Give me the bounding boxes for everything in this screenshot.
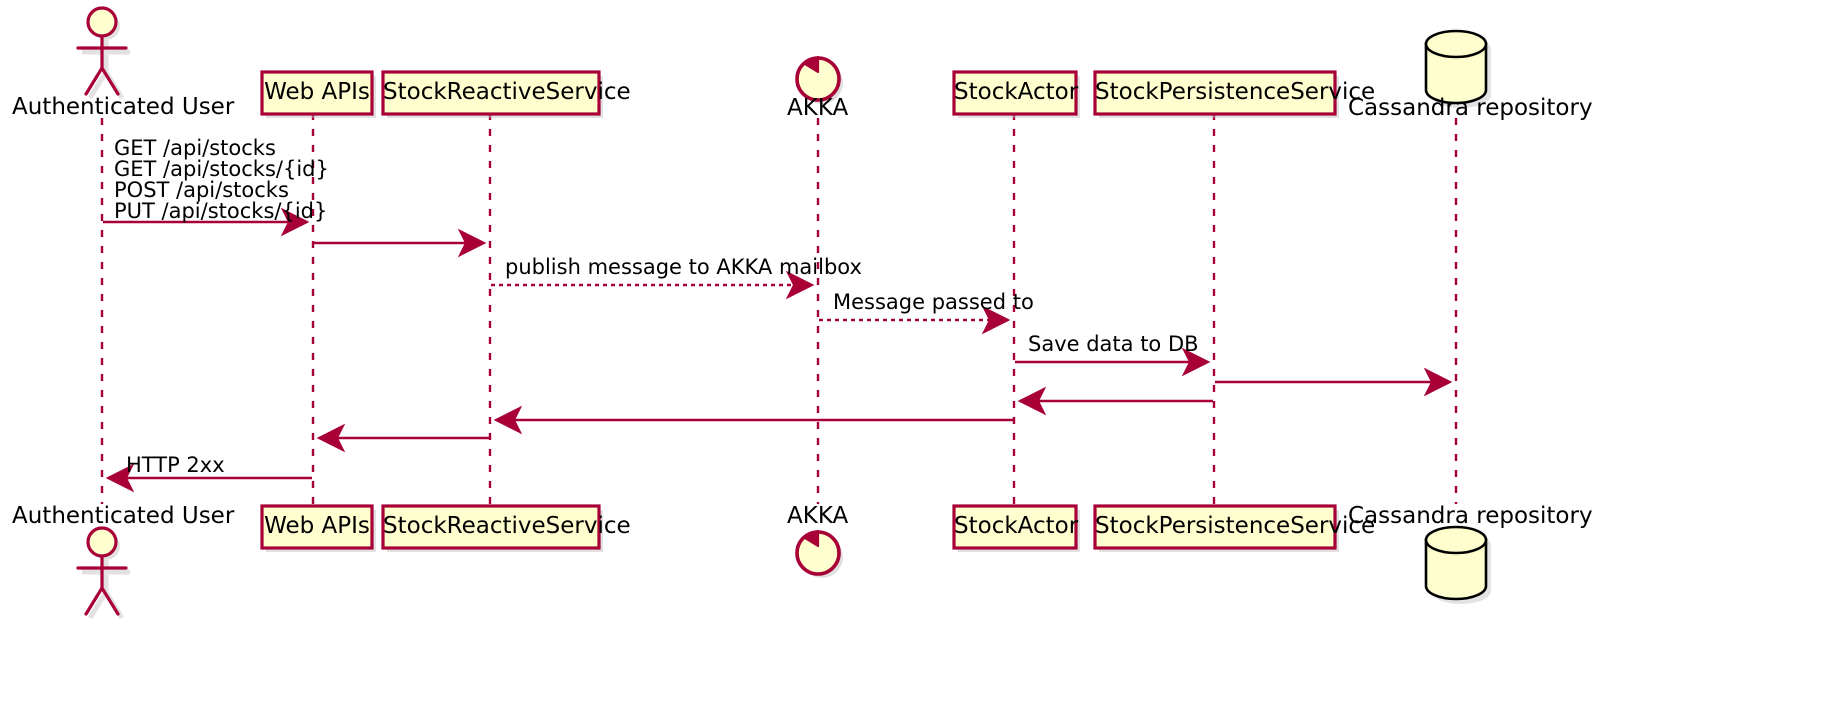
participant-label-persistence-bottom: StockPersistenceService: [1095, 513, 1376, 539]
participant-label-user-top: Authenticated User: [12, 94, 235, 120]
actor-body-icon: [76, 34, 128, 96]
participant-label-akka-top: AKKA: [787, 95, 849, 121]
participant-label-cassandra-bottom: Cassandra repository: [1348, 503, 1593, 529]
participant-label-reactive-top: StockReactiveService: [383, 79, 631, 105]
participant-label-webapis-top: Web APIs: [264, 79, 370, 105]
participant-database-cassandra-bottom[interactable]: [1424, 525, 1491, 604]
message-label-m1-line4: PUT /api/stocks/{id}: [114, 199, 328, 223]
participant-label-user-bottom: Authenticated User: [12, 503, 235, 529]
participant-label-cassandra-top: Cassandra repository: [1348, 95, 1593, 121]
message-label-m5: Save data to DB: [1028, 332, 1199, 356]
actor-user-top[interactable]: [76, 6, 130, 100]
participant-label-persistence-top: StockPersistenceService: [1095, 79, 1376, 105]
message-label-m1-line2: GET /api/stocks/{id}: [114, 157, 329, 181]
message-label-m4: Message passed to: [833, 290, 1034, 314]
participant-label-stockactor-bottom: StockActor: [954, 513, 1079, 539]
participant-control-akka-bottom[interactable]: [795, 529, 843, 578]
database-top-ellipse-icon: [1424, 525, 1488, 555]
participant-label-akka-bottom: AKKA: [787, 503, 849, 529]
message-label-m10: HTTP 2xx: [126, 453, 225, 477]
participant-label-webapis-bottom: Web APIs: [264, 513, 370, 539]
message-label-m3: publish message to AKKA mailbox: [505, 255, 862, 279]
participant-label-reactive-bottom: StockReactiveService: [383, 513, 631, 539]
actor-head-icon: [86, 526, 118, 558]
message-label-m1-line1: GET /api/stocks: [114, 136, 276, 160]
actor-user-bottom[interactable]: [76, 526, 130, 620]
participant-label-stockactor-top: StockActor: [954, 79, 1079, 105]
actor-head-icon: [86, 6, 118, 38]
actor-body-icon: [76, 554, 128, 616]
sequence-diagram-canvas: Authenticated User Web APIs StockReactiv…: [0, 0, 1833, 728]
message-label-m1-line3: POST /api/stocks: [114, 178, 289, 202]
database-top-ellipse-icon: [1424, 29, 1488, 59]
